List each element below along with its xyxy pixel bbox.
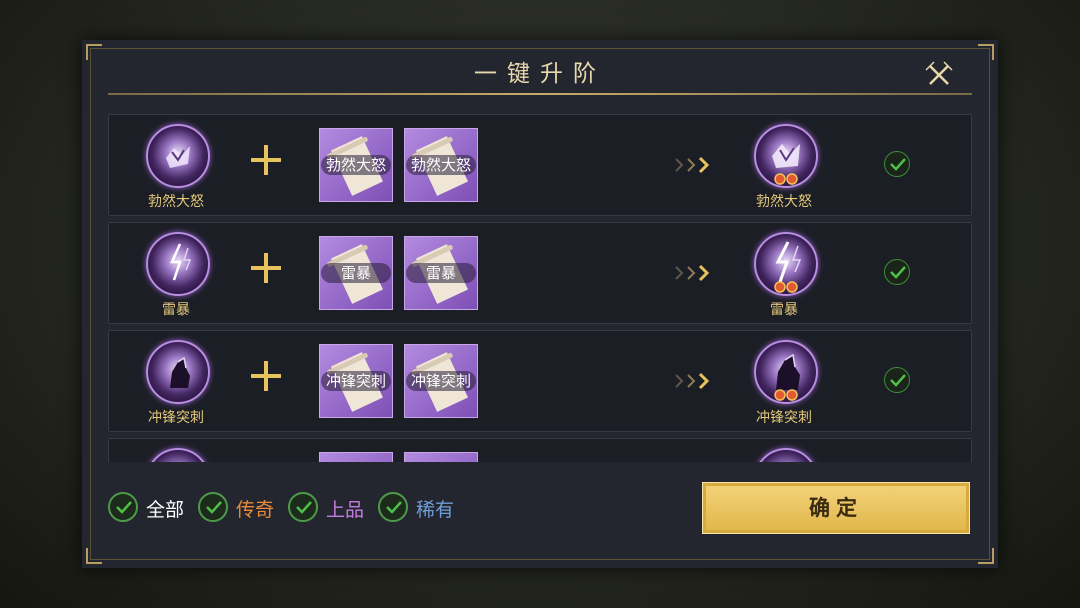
material-label: 冲锋突刺 [406,371,476,391]
triple-chevron-icon [675,264,710,282]
upgrade-row [108,438,972,462]
filter-checkbox [378,492,408,522]
triple-chevron-icon [675,372,710,390]
material-scroll[interactable]: 雷暴 [404,236,478,310]
material-scroll[interactable]: 冲锋突刺 [404,344,478,418]
material-label: 冲锋突刺 [321,371,391,391]
material-scroll[interactable] [404,452,478,462]
dialog-title: 一键升阶 [474,61,606,87]
row-select-checkbox[interactable] [884,367,910,393]
check-icon [890,158,906,171]
triple-chevron-icon [675,156,710,174]
skill-orb-icon [146,232,210,296]
result-name: 冲锋突刺 [756,410,812,426]
plus-icon [249,143,283,177]
filter-label: 全部 [146,499,185,521]
filter-legendary[interactable]: 传奇 [198,490,280,526]
close-x-icon [925,61,953,85]
upgrade-row: 冲锋突刺 冲锋突刺 冲锋突刺 冲锋突刺 [108,330,972,432]
skill-orb-icon [146,448,210,462]
skill-orb-icon [146,124,210,188]
skill-orb-icon [146,340,210,404]
confirm-button[interactable]: 确定 [702,482,970,534]
material-scroll[interactable]: 冲锋突刺 [319,344,393,418]
filter-label: 稀有 [416,499,455,521]
row-select-checkbox[interactable] [884,151,910,177]
rank-stars-icon [774,281,798,293]
filter-superior[interactable]: 上品 [288,490,370,526]
check-icon [890,266,906,279]
upgrade-dialog: 一键升阶 勃然大怒 勃然大怒 勃然大怒 勃然大怒 雷暴 雷暴 雷暴 雷暴 冲锋突… [82,40,998,568]
skill-name: 冲锋突刺 [148,410,204,426]
upgrade-row: 雷暴 雷暴 雷暴 雷暴 [108,222,972,324]
corner-ornament [978,548,994,564]
material-label: 雷暴 [406,263,476,283]
result-name: 勃然大怒 [756,194,812,210]
rank-stars-icon [774,389,798,401]
check-icon [296,501,312,514]
close-button[interactable] [922,58,956,92]
check-icon [206,501,222,514]
title-divider [108,93,972,95]
filter-checkbox [198,492,228,522]
check-icon [890,374,906,387]
upgrade-row: 勃然大怒 勃然大怒 勃然大怒 勃然大怒 [108,114,972,216]
check-icon [116,501,132,514]
filter-checkbox [288,492,318,522]
plus-icon [249,359,283,393]
skill-name: 勃然大怒 [148,194,204,210]
row-select-checkbox[interactable] [884,259,910,285]
skill-name: 雷暴 [162,302,190,318]
material-scroll[interactable]: 勃然大怒 [319,128,393,202]
material-scroll[interactable]: 勃然大怒 [404,128,478,202]
material-scroll[interactable]: 雷暴 [319,236,393,310]
filter-label: 传奇 [236,499,275,521]
result-name: 雷暴 [770,302,798,318]
filter-label: 上品 [326,499,365,521]
material-label: 雷暴 [321,263,391,283]
check-icon [386,501,402,514]
filter-rare[interactable]: 稀有 [378,490,460,526]
corner-ornament [86,548,102,564]
material-label: 勃然大怒 [406,155,476,175]
plus-icon [249,251,283,285]
rank-stars-icon [774,173,798,185]
upgrade-list[interactable]: 勃然大怒 勃然大怒 勃然大怒 勃然大怒 雷暴 雷暴 雷暴 雷暴 冲锋突刺 冲锋突… [108,114,972,462]
result-orb-icon [754,448,818,462]
filter-checkbox [108,492,138,522]
material-scroll[interactable] [319,452,393,462]
filter-all[interactable]: 全部 [108,490,190,526]
material-label: 勃然大怒 [321,155,391,175]
